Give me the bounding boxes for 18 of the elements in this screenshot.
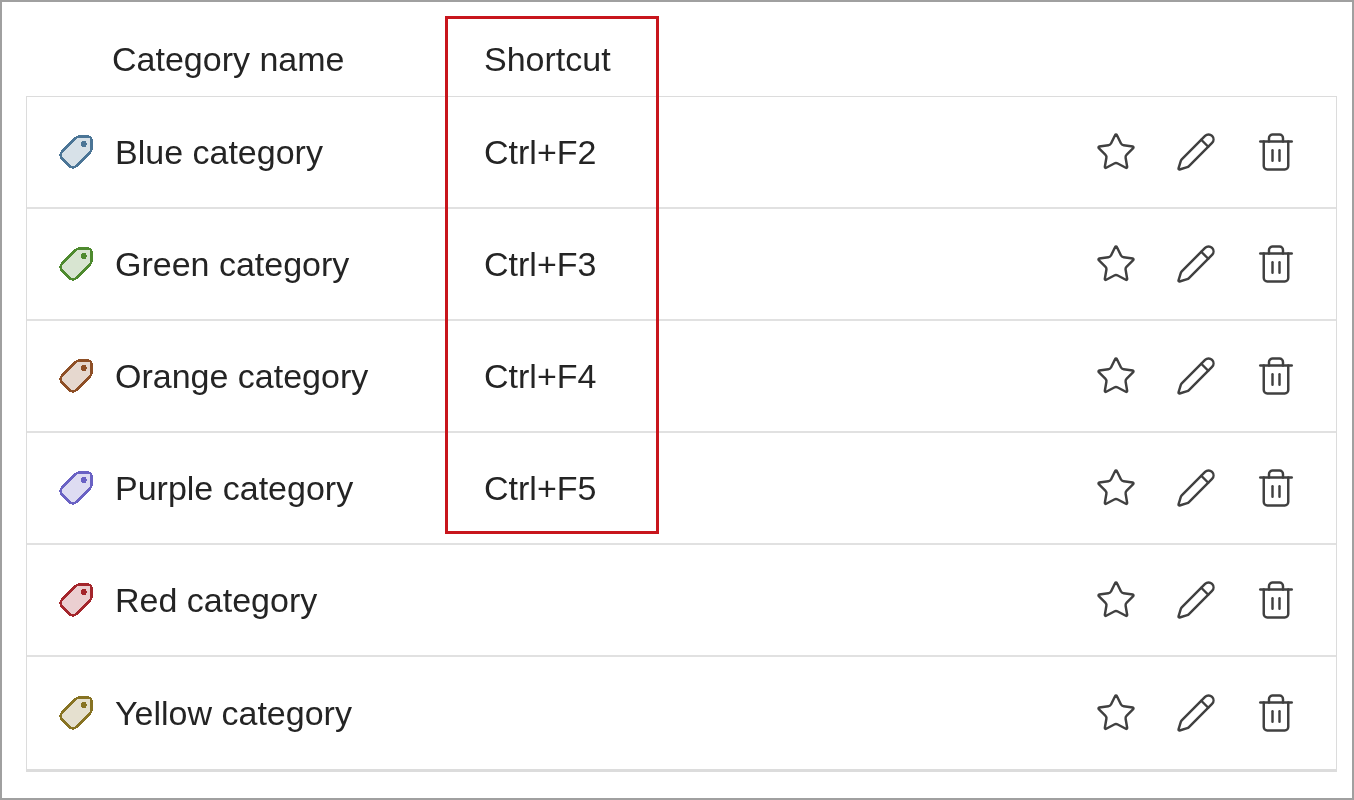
pencil-icon — [1175, 131, 1217, 173]
column-header: Shortcut — [484, 40, 611, 78]
column-header: Category name — [112, 40, 345, 78]
category-name: Blue category — [115, 132, 323, 172]
category-name: Red category — [115, 580, 318, 620]
category-name: Orange category — [115, 356, 369, 396]
shortcut-text: Ctrl+F3 — [484, 245, 597, 283]
shortcut-text: Ctrl+F4 — [484, 357, 597, 395]
category-name: Purple category — [115, 468, 354, 508]
pencil-icon — [1175, 355, 1217, 397]
pencil-icon — [1175, 243, 1217, 285]
pencil-icon — [1175, 467, 1217, 509]
category-name: Yellow category — [115, 693, 352, 733]
pencil-icon — [1175, 579, 1217, 621]
pencil-icon — [1175, 692, 1217, 734]
shortcut-text: Ctrl+F2 — [484, 133, 597, 171]
category-name: Green category — [115, 244, 350, 284]
shortcut-text: Ctrl+F5 — [484, 469, 597, 507]
